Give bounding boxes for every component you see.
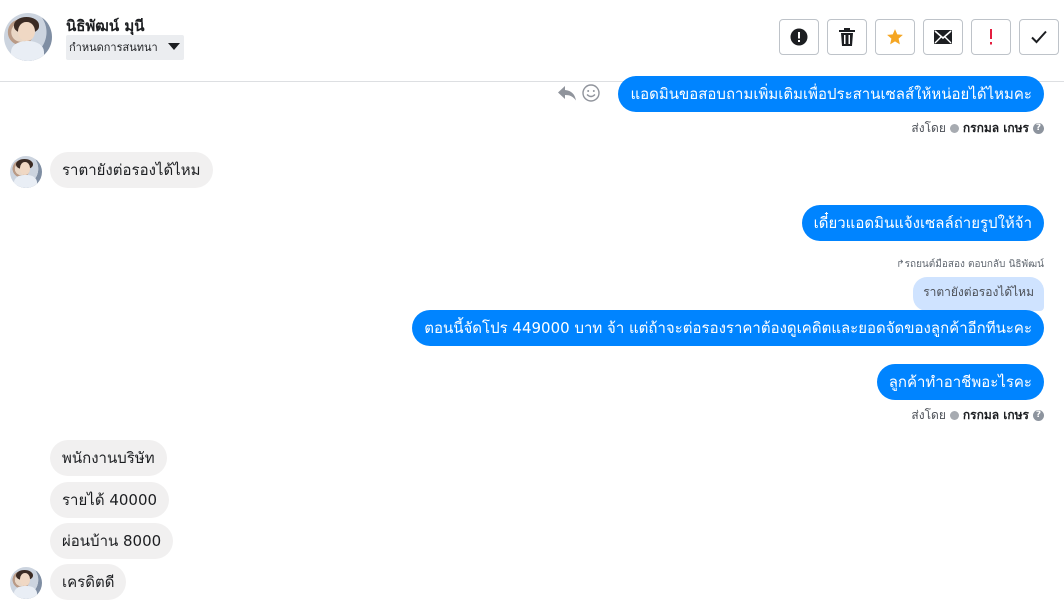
message-outgoing[interactable]: เดี๋ยวแอดมินแจ้งเซลล์ถ่ายรูปให้จ้า [801, 205, 1044, 241]
mark-spam-button[interactable] [779, 19, 819, 55]
alert-circle-icon [790, 28, 808, 46]
sent-by-label: ส่งโดย [911, 408, 946, 422]
sent-by-indicator: ส่งโดย กรกมล เกษร ? [911, 119, 1044, 138]
contact-avatar[interactable] [4, 13, 52, 61]
exclamation-icon [990, 29, 992, 45]
message-incoming[interactable]: ผ่อนบ้าน 8000 [50, 523, 174, 559]
trash-icon [839, 28, 855, 46]
follow-up-button[interactable] [971, 19, 1011, 55]
envelope-icon [934, 30, 952, 44]
reply-icon[interactable] [557, 84, 577, 102]
caret-down-icon [167, 43, 180, 50]
conversation-header: นิธิพัฒน์ มุนี กำหนดการสนทนา [0, 0, 1064, 82]
verified-icon [949, 411, 959, 420]
mark-unread-button[interactable] [923, 19, 963, 55]
star-button[interactable] [875, 19, 915, 55]
sent-by-label: ส่งโดย [911, 121, 946, 135]
message-incoming[interactable]: ราตายังต่อรองได้ไหม [50, 152, 213, 188]
conversation-tag-dropdown[interactable]: กำหนดการสนทนา [66, 35, 184, 60]
help-icon[interactable]: ? [1033, 123, 1044, 134]
emoji-react-icon[interactable] [582, 84, 600, 102]
verified-icon [949, 124, 959, 133]
message-outgoing[interactable]: แอดมินขอสอบถามเพิ่มเติมเพื่อประสานเซลส์ใ… [618, 76, 1044, 112]
done-button[interactable] [1019, 19, 1059, 55]
delete-button[interactable] [827, 19, 867, 55]
contact-avatar-small[interactable] [10, 156, 42, 188]
checkmark-icon [1031, 30, 1047, 44]
help-icon[interactable]: ? [1033, 410, 1044, 421]
conversation-tag-label: กำหนดการสนทนา [69, 41, 158, 54]
star-icon [887, 29, 903, 45]
sender-name[interactable]: กรกมล เกษร [963, 119, 1029, 138]
reply-context-note: ↱รถยนต์มือสอง ตอบกลับ นิธิพัฒน์ [896, 259, 1044, 270]
message-incoming[interactable]: รายได้ 40000 [50, 482, 170, 518]
sent-by-indicator: ส่งโดย กรกมล เกษร ? [911, 406, 1044, 425]
message-outgoing[interactable]: ลูกค้าทำอาชีพอะไรคะ [876, 364, 1044, 400]
quoted-message[interactable]: ราตายังต่อรองได้ไหม [913, 277, 1044, 311]
sender-name[interactable]: กรกมล เกษร [963, 406, 1029, 425]
message-outgoing[interactable]: ตอนนี้จัดโปร 449000 บาท จ้า แต่ถ้าจะต่อร… [412, 310, 1044, 346]
message-incoming[interactable]: พนักงานบริษัท [50, 440, 167, 476]
contact-avatar-small[interactable] [10, 567, 42, 599]
message-incoming[interactable]: เครดิตดี [50, 564, 127, 600]
